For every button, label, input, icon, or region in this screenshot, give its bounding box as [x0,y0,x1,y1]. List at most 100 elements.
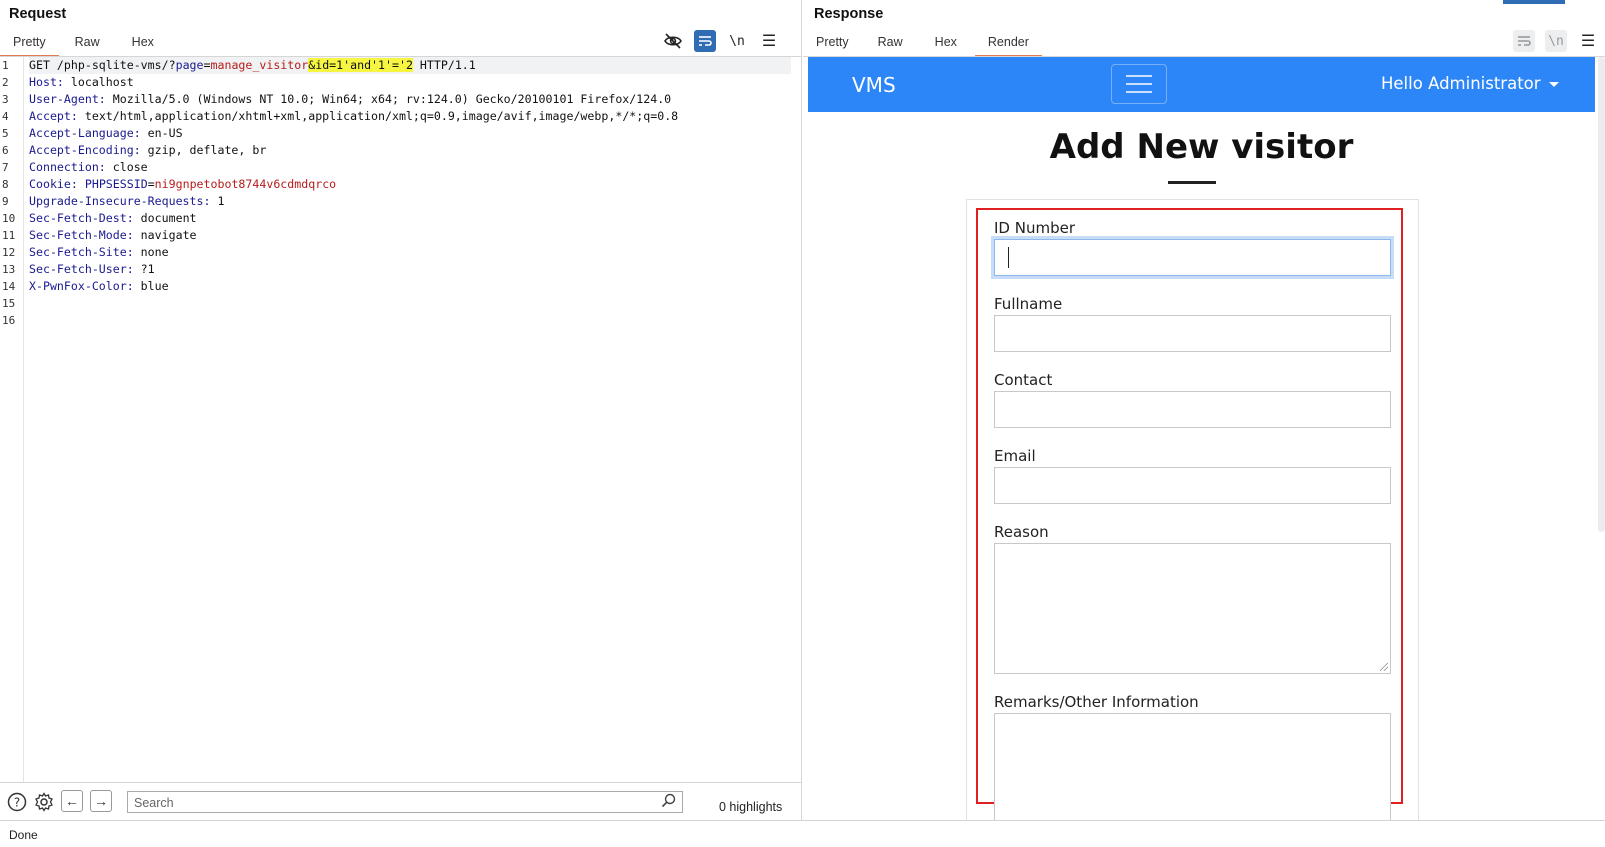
menu-icon[interactable]: ☰ [758,30,780,52]
code-token: 1 [210,194,225,208]
code-line[interactable]: Accept: text/html,application/xhtml+xml,… [29,108,791,125]
code-line[interactable]: Upgrade-Insecure-Requests: 1 [29,193,791,210]
wrap-lines-icon[interactable] [1513,30,1535,52]
code-token: localhost [63,75,134,89]
code-line[interactable]: Cookie: PHPSESSID=ni9gnpetobot8744v6cdmd… [29,176,791,193]
forward-arrow-icon[interactable]: → [90,790,112,812]
tab-hex[interactable]: Hex [919,33,975,57]
status-bar: Done [0,820,1605,847]
user-menu-dropdown[interactable]: Hello Administrator [1381,74,1559,93]
code-token: Connection: [29,160,106,174]
tab-render[interactable]: Render [974,33,1042,57]
line-number: 5 [2,127,9,140]
svg-text:?: ? [14,796,20,810]
code-line[interactable]: GET /php-sqlite-vms/?page=manage_visitor… [29,57,791,74]
brand-logo[interactable]: VMS [852,73,896,97]
line-number: 9 [2,195,9,208]
code-token: = [147,177,155,191]
line-number: 14 [2,280,16,293]
wrap-lines-icon[interactable] [694,30,716,52]
code-line[interactable]: Host: localhost [29,74,791,91]
tab-pretty[interactable]: Pretty [803,33,862,57]
code-token: = [203,58,211,72]
back-arrow-icon[interactable]: ← [61,790,83,812]
line-number: 13 [2,263,16,276]
tab-raw[interactable]: Raw [862,33,919,57]
code-line[interactable] [29,295,791,312]
reason-textarea[interactable] [994,543,1391,674]
code-token: User-Agent: [29,92,106,106]
response-toolbar: \n ☰ [1513,30,1599,52]
help-icon[interactable]: ? [5,790,29,814]
text-cursor [1008,247,1009,268]
fullname-label: Fullname [994,295,1063,313]
tab-hex[interactable]: Hex [116,33,167,57]
code-line[interactable]: Sec-Fetch-User: ?1 [29,261,791,278]
code-line[interactable]: Sec-Fetch-Site: none [29,244,791,261]
remarks-label: Remarks/Other Information [994,693,1199,711]
code-token: Host: [29,75,64,89]
code-token: manage_visitor [210,58,309,72]
request-code[interactable]: GET /php-sqlite-vms/?page=manage_visitor… [29,57,791,329]
request-editor[interactable]: 1 2 3 4 5 6 7 8 9 10 11 12 13 14 15 16 GET /php-sqlite-… [0,57,801,782]
code-token: Accept-Language: [29,126,141,140]
burp-repeater-window: Request Pretty Raw Hex \n ☰ 1 2 3 4 5 6 7 8 9 10 1… [0,0,1605,847]
code-token: close [105,160,148,174]
remarks-textarea[interactable] [994,713,1391,820]
request-title: Request [9,6,67,22]
response-tabs: Pretty Raw Hex Render [803,33,1042,57]
request-tabs: Pretty Raw Hex [0,33,167,57]
code-line[interactable]: Connection: close [29,159,791,176]
code-token: text/html,application/xhtml+xml,applicat… [77,109,679,123]
code-line[interactable] [29,312,791,329]
code-line[interactable]: Sec-Fetch-Mode: navigate [29,227,791,244]
line-number: 16 [2,314,16,327]
code-line[interactable]: X-PwnFox-Color: blue [29,278,791,295]
code-token: blue [133,279,169,293]
code-token: document [133,211,197,225]
code-token: Sec-Fetch-User: [29,262,134,276]
code-line[interactable]: User-Agent: Mozilla/5.0 (Windows NT 10.0… [29,91,791,108]
code-token: Upgrade-Insecure-Requests: [29,194,211,208]
code-line[interactable]: Accept-Language: en-US [29,125,791,142]
email-input[interactable] [994,467,1391,504]
user-menu-label: Hello Administrator [1381,74,1541,93]
tab-raw[interactable]: Raw [59,33,116,57]
hide-eye-icon[interactable] [662,30,684,52]
menu-icon[interactable]: ☰ [1577,30,1599,52]
search-input[interactable] [127,791,683,813]
resize-grip-icon[interactable] [1380,663,1388,671]
id-number-input[interactable] [994,239,1391,276]
layout-toggle-indicator[interactable] [1503,0,1565,4]
code-token: Accept: [29,109,78,123]
newline-toggle-button[interactable]: \n [1545,30,1567,52]
code-token: en-US [140,126,183,140]
code-token: GET /php-sqlite-vms/? [29,58,176,72]
line-number: 1 [2,59,9,72]
code-token: Mozilla/5.0 (Windows NT 10.0; Win64; x64… [105,92,672,106]
tab-pretty[interactable]: Pretty [0,33,59,57]
navbar-toggler-button[interactable] [1111,64,1167,104]
line-number: 10 [2,212,16,225]
code-token: Sec-Fetch-Dest: [29,211,134,225]
request-toolbar: \n ☰ [662,30,780,52]
status-text: Done [9,828,38,842]
line-number: 4 [2,110,9,123]
code-token: ?1 [133,262,155,276]
highlights-count: 0 highlights [719,800,783,814]
search-icon[interactable] [661,793,676,811]
line-number: 11 [2,229,16,242]
app-navbar: VMS Hello Administrator [808,57,1595,112]
rendered-page: VMS Hello Administrator Add New visitor … [808,57,1595,820]
request-pane: Request Pretty Raw Hex \n ☰ 1 2 3 4 5 6 7 8 9 10 1… [0,0,802,820]
code-line[interactable]: Sec-Fetch-Dest: document [29,210,791,227]
newline-toggle-button[interactable]: \n [726,30,748,52]
contact-input[interactable] [994,391,1391,428]
settings-gear-icon[interactable] [32,790,56,814]
code-line[interactable]: Accept-Encoding: gzip, deflate, br [29,142,791,159]
code-token: X-PwnFox-Color: [29,279,134,293]
vertical-scrollbar[interactable] [1598,57,1605,532]
reason-label: Reason [994,523,1049,541]
fullname-input[interactable] [994,315,1391,352]
caret-down-icon [1548,82,1559,87]
